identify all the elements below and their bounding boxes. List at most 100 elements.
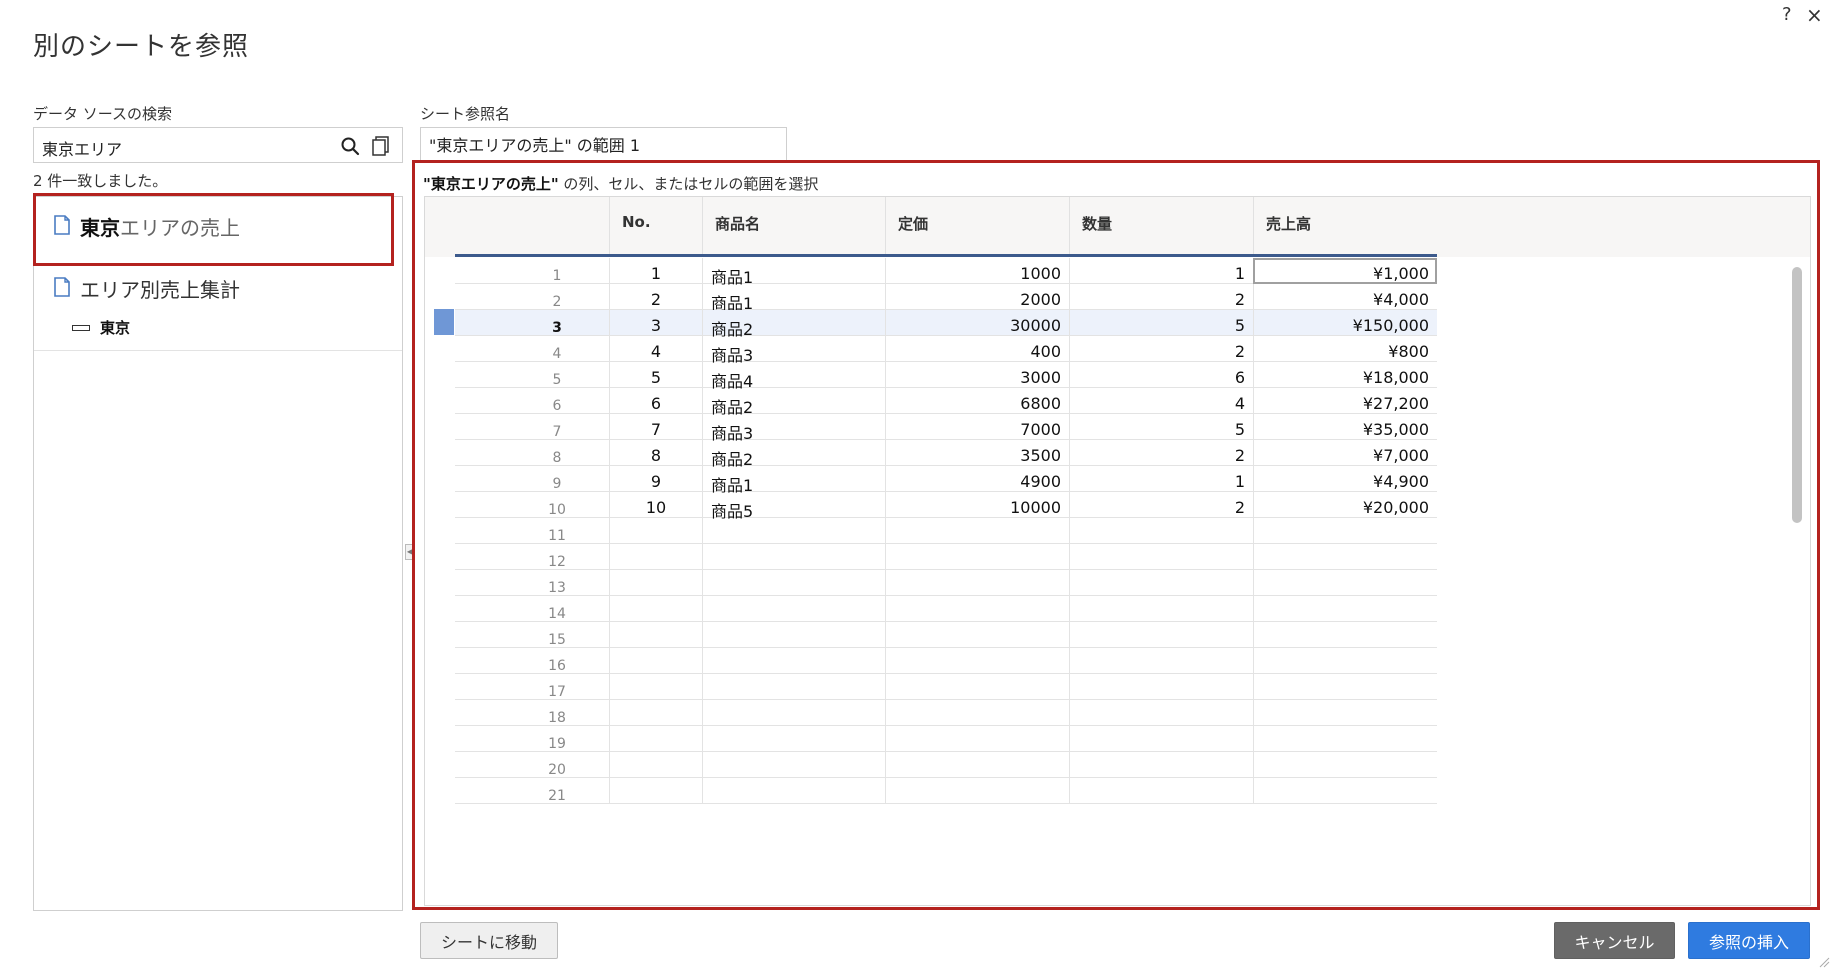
- table-row[interactable]: 5 5 商品4 3000 6 ¥18,000: [455, 362, 1437, 391]
- cell-product[interactable]: [702, 544, 885, 570]
- cell-product[interactable]: 商品3: [702, 336, 885, 365]
- cell-price[interactable]: 1000: [885, 258, 1069, 284]
- cell-product[interactable]: [702, 752, 885, 778]
- insert-reference-button[interactable]: 参照の挿入: [1688, 922, 1810, 959]
- cell-product[interactable]: 商品1: [702, 258, 885, 287]
- cell-quantity[interactable]: [1069, 752, 1253, 778]
- table-row[interactable]: 20: [455, 752, 1437, 778]
- table-row[interactable]: 18: [455, 700, 1437, 726]
- cell-product[interactable]: 商品1: [702, 466, 885, 495]
- cell-quantity[interactable]: [1069, 544, 1253, 570]
- table-row[interactable]: 1 1 商品1 1000 1 ¥1,000: [455, 258, 1437, 287]
- cell-quantity[interactable]: [1069, 726, 1253, 752]
- cell-price[interactable]: [885, 674, 1069, 700]
- row-number[interactable]: 16: [455, 648, 609, 674]
- cell-sales[interactable]: ¥35,000: [1253, 414, 1437, 440]
- cell-product[interactable]: 商品5: [702, 492, 885, 521]
- cell-quantity[interactable]: 4: [1069, 388, 1253, 414]
- column-header-price[interactable]: 定価: [885, 197, 1069, 257]
- cell-no[interactable]: 4: [609, 336, 702, 362]
- cell-price[interactable]: 30000: [885, 310, 1069, 336]
- cell-sales[interactable]: ¥4,000: [1253, 284, 1437, 310]
- cell-price[interactable]: 3000: [885, 362, 1069, 388]
- table-row[interactable]: 13: [455, 570, 1437, 596]
- cell-sales[interactable]: [1253, 778, 1437, 804]
- table-row[interactable]: 4 4 商品3 400 2 ¥800: [455, 336, 1437, 365]
- cell-quantity[interactable]: 5: [1069, 414, 1253, 440]
- cell-quantity[interactable]: 5: [1069, 310, 1253, 336]
- cell-quantity[interactable]: [1069, 622, 1253, 648]
- cell-sales[interactable]: ¥20,000: [1253, 492, 1437, 518]
- cell-product[interactable]: 商品1: [702, 284, 885, 313]
- cell-product[interactable]: [702, 778, 885, 804]
- cell-product[interactable]: [702, 622, 885, 648]
- cell-price[interactable]: [885, 622, 1069, 648]
- table-row[interactable]: 6 6 商品2 6800 4 ¥27,200: [455, 388, 1437, 417]
- cell-no[interactable]: [609, 596, 702, 622]
- row-number[interactable]: 1: [455, 258, 609, 284]
- cell-sales[interactable]: ¥800: [1253, 336, 1437, 362]
- cell-product[interactable]: [702, 648, 885, 674]
- cell-sales[interactable]: [1253, 544, 1437, 570]
- cell-sales[interactable]: [1253, 518, 1437, 544]
- cell-product[interactable]: [702, 674, 885, 700]
- cell-sales[interactable]: ¥4,900: [1253, 466, 1437, 492]
- source-sub-item-tokyo[interactable]: 東京: [72, 317, 130, 338]
- cell-price[interactable]: 6800: [885, 388, 1069, 414]
- sheet-grid[interactable]: No. 商品名 定価 数量 売上高 1 1 商品1 1000 1 ¥1,000 2 2 商品1 2…: [424, 196, 1811, 906]
- row-number[interactable]: 15: [455, 622, 609, 648]
- cell-sales[interactable]: [1253, 570, 1437, 596]
- cell-no[interactable]: [609, 726, 702, 752]
- cell-product[interactable]: 商品4: [702, 362, 885, 391]
- cell-no[interactable]: [609, 648, 702, 674]
- help-icon[interactable]: ?: [1782, 4, 1792, 25]
- cell-product[interactable]: [702, 596, 885, 622]
- cell-sales[interactable]: [1253, 726, 1437, 752]
- cell-sales[interactable]: ¥150,000: [1253, 310, 1437, 336]
- cell-quantity[interactable]: 2: [1069, 284, 1253, 310]
- close-icon[interactable]: ×: [1806, 3, 1823, 27]
- search-icon[interactable]: [340, 136, 360, 156]
- cell-price[interactable]: [885, 570, 1069, 596]
- cell-no[interactable]: 1: [609, 258, 702, 284]
- vertical-scrollbar-thumb[interactable]: [1792, 267, 1802, 523]
- row-number[interactable]: 2: [455, 284, 609, 310]
- cell-no[interactable]: 8: [609, 440, 702, 466]
- cell-price[interactable]: 7000: [885, 414, 1069, 440]
- cell-no[interactable]: [609, 700, 702, 726]
- row-number[interactable]: 7: [455, 414, 609, 440]
- cell-price[interactable]: [885, 544, 1069, 570]
- cell-quantity[interactable]: 6: [1069, 362, 1253, 388]
- cell-sales[interactable]: ¥1,000: [1253, 258, 1437, 284]
- cell-no[interactable]: 6: [609, 388, 702, 414]
- cell-price[interactable]: [885, 752, 1069, 778]
- cell-no[interactable]: 3: [609, 310, 702, 336]
- row-number[interactable]: 3: [455, 310, 609, 336]
- cell-quantity[interactable]: 1: [1069, 258, 1253, 284]
- cell-no[interactable]: 5: [609, 362, 702, 388]
- cell-no[interactable]: [609, 622, 702, 648]
- cell-product[interactable]: [702, 570, 885, 596]
- cell-quantity[interactable]: [1069, 778, 1253, 804]
- cell-price[interactable]: [885, 596, 1069, 622]
- row-number[interactable]: 4: [455, 336, 609, 362]
- column-header-no[interactable]: No.: [609, 197, 702, 257]
- row-number[interactable]: 6: [455, 388, 609, 414]
- cancel-button[interactable]: キャンセル: [1554, 922, 1675, 959]
- cell-quantity[interactable]: [1069, 570, 1253, 596]
- cell-sales[interactable]: [1253, 700, 1437, 726]
- cell-price[interactable]: [885, 700, 1069, 726]
- resize-grip-icon[interactable]: [1818, 956, 1830, 968]
- table-row[interactable]: 8 8 商品2 3500 2 ¥7,000: [455, 440, 1437, 469]
- table-row[interactable]: 3 3 商品2 30000 5 ¥150,000: [455, 310, 1437, 339]
- cell-product[interactable]: 商品2: [702, 440, 885, 469]
- table-row[interactable]: 16: [455, 648, 1437, 674]
- table-row[interactable]: 17: [455, 674, 1437, 700]
- cell-no[interactable]: [609, 518, 702, 544]
- cell-price[interactable]: [885, 726, 1069, 752]
- cell-quantity[interactable]: [1069, 674, 1253, 700]
- row-number[interactable]: 13: [455, 570, 609, 596]
- search-input[interactable]: 東京エリア: [33, 127, 403, 163]
- cell-no[interactable]: [609, 544, 702, 570]
- row-number[interactable]: 21: [455, 778, 609, 804]
